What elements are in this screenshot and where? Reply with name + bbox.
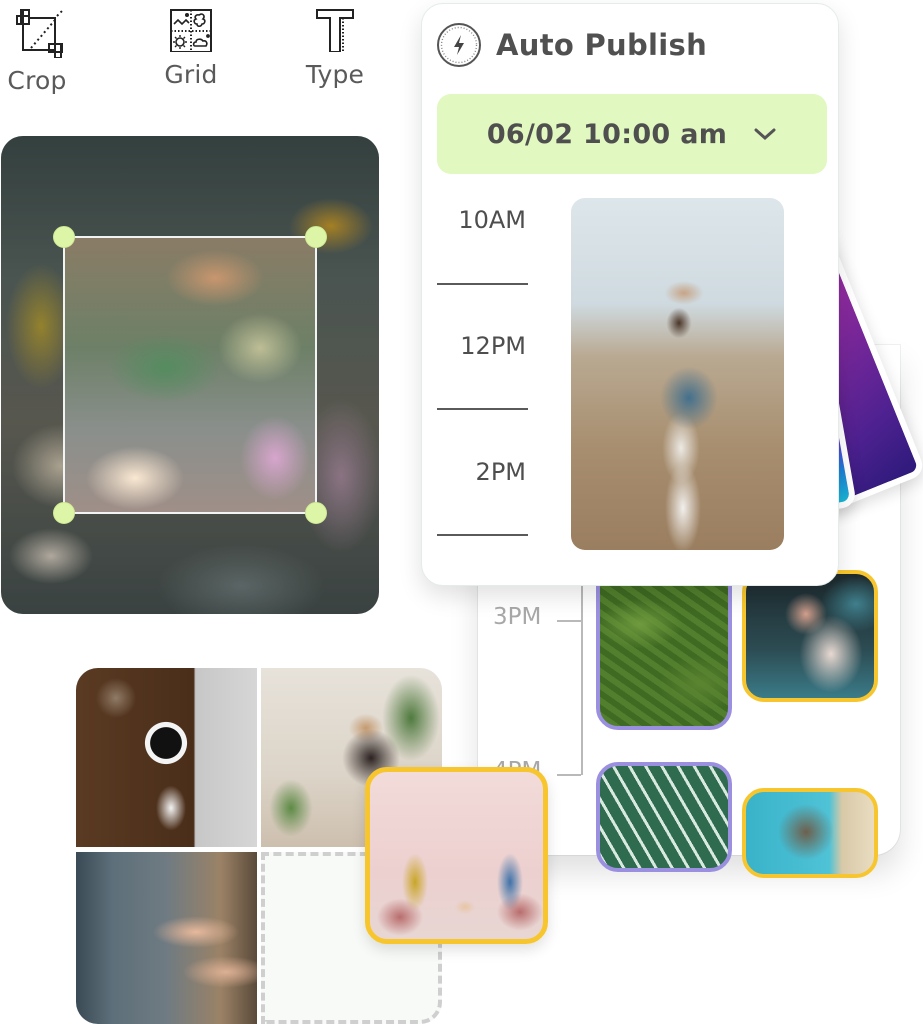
flower-market-photo[interactable]	[1, 136, 379, 614]
dragged-photo-two-women[interactable]	[365, 767, 548, 944]
time-slot-2pm: 2PM	[475, 458, 526, 486]
time-divider	[437, 283, 528, 285]
thumbnail-cat-peeking[interactable]	[742, 788, 878, 878]
tool-grid-label: Grid	[164, 60, 218, 89]
collage-cell-desk[interactable]	[76, 668, 257, 847]
timeline-tick	[557, 774, 581, 776]
time-slot-12pm: 12PM	[460, 332, 526, 360]
tool-type-label: Type	[305, 60, 365, 89]
auto-publish-card: Auto Publish 06/02 10:00 am 10AM 12PM 2P…	[421, 3, 839, 586]
tool-type[interactable]: Type	[302, 4, 368, 89]
timeline-axis	[581, 585, 583, 775]
tool-grid[interactable]: Grid	[158, 4, 224, 89]
crop-icon	[16, 9, 63, 58]
lightning-bolt-icon	[437, 23, 481, 67]
tool-crop-label: Crop	[7, 66, 67, 95]
card-header: Auto Publish	[436, 22, 707, 68]
card-title: Auto Publish	[496, 28, 708, 62]
time-divider	[437, 408, 528, 410]
chevron-down-icon	[754, 128, 776, 141]
time-slot-3pm: 3PM	[493, 604, 542, 630]
crop-handle-top-left[interactable]	[53, 226, 75, 248]
publish-date-select[interactable]: 06/02 10:00 am	[437, 94, 827, 174]
crop-handle-top-right[interactable]	[305, 226, 327, 248]
time-slot-10am: 10AM	[458, 206, 526, 234]
type-icon	[316, 9, 354, 52]
timeline-tick	[557, 620, 581, 622]
grid-icon	[170, 9, 212, 52]
publish-date-value: 06/02 10:00 am	[486, 118, 728, 150]
crop-handle-bottom-left[interactable]	[53, 502, 75, 524]
thumbnail-striped-leaves[interactable]	[596, 762, 732, 872]
collage-cell-laptop[interactable]	[76, 852, 257, 1024]
crop-handle-bottom-right[interactable]	[305, 502, 327, 524]
woman-in-hat-field-photo[interactable]	[571, 198, 784, 550]
time-divider	[437, 534, 528, 536]
crop-selection-box[interactable]	[53, 226, 327, 524]
thumbnail-cat-butterfly[interactable]	[742, 570, 878, 702]
tool-crop[interactable]: Crop	[4, 4, 70, 95]
